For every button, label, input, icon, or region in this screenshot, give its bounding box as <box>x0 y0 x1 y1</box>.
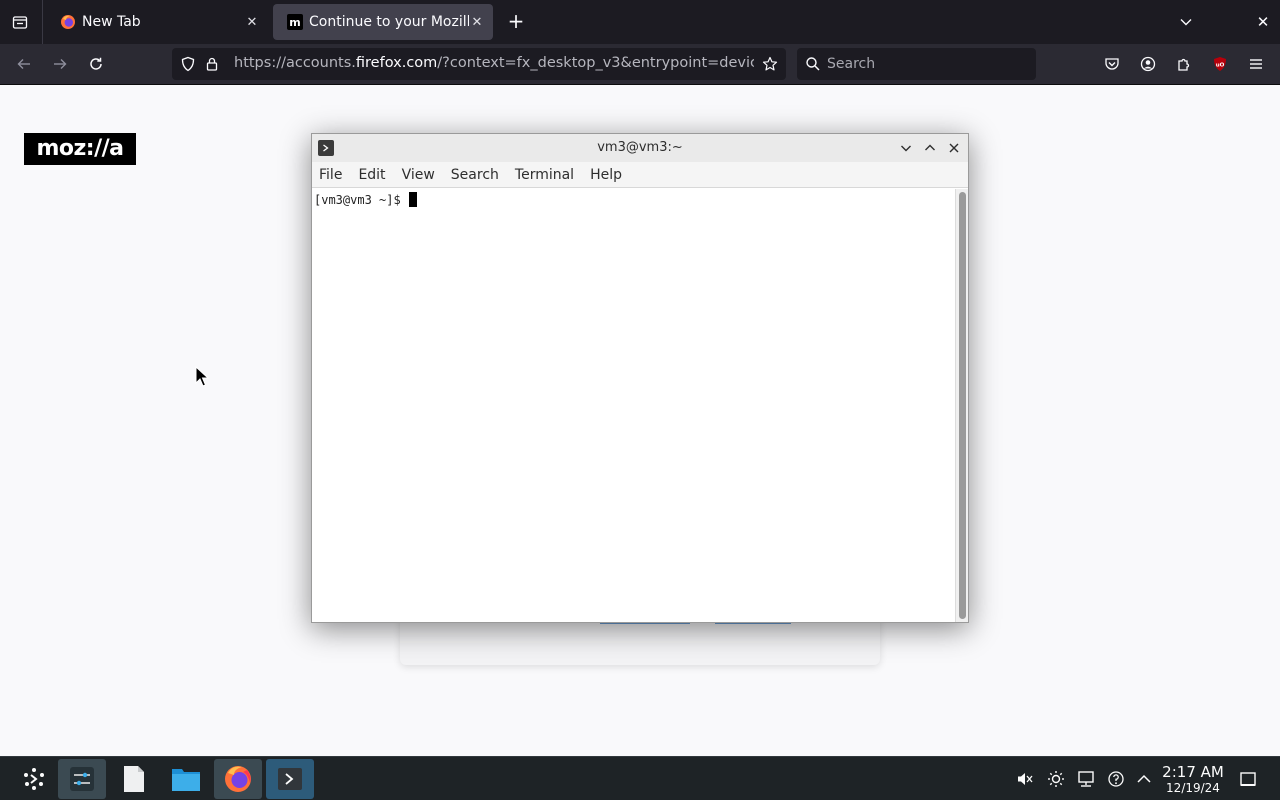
close-tab-icon[interactable]: ✕ <box>469 15 485 30</box>
taskbar-terminal[interactable] <box>266 759 314 799</box>
app-menu-button[interactable] <box>1242 50 1270 78</box>
menu-terminal[interactable]: Terminal <box>515 167 574 183</box>
ublock-origin-button[interactable]: uO <box>1206 50 1234 78</box>
card-link-underline <box>715 623 791 624</box>
close-tab-icon[interactable]: ✕ <box>244 15 260 30</box>
terminal-menubar: File Edit View Search Terminal Help <box>312 162 968 188</box>
tab-title: Continue to your Mozilla account <box>309 14 469 30</box>
taskbar-firefox[interactable] <box>214 759 262 799</box>
arrow-left-icon <box>17 59 30 69</box>
close-icon <box>949 143 959 153</box>
svg-text:uO: uO <box>1216 63 1225 69</box>
close-window-button[interactable]: ✕ <box>1250 8 1276 36</box>
tab-mozilla-account[interactable]: m Continue to your Mozilla account ✕ <box>273 4 493 40</box>
account-button[interactable] <box>1134 50 1162 78</box>
ublock-shield-icon: uO <box>1214 57 1226 71</box>
tab-bar: New Tab ✕ m Continue to your Mozilla acc… <box>0 0 1280 44</box>
chevron-down-icon <box>901 145 911 152</box>
scrollbar-thumb[interactable] <box>959 192 966 619</box>
tab-separator <box>42 0 43 44</box>
clock-time[interactable]: 2:17 AM <box>1158 763 1228 781</box>
app-launcher-icon <box>24 768 44 790</box>
chevron-down-icon <box>1180 19 1192 26</box>
menu-file[interactable]: File <box>319 167 342 183</box>
mozilla-m-favicon-icon: m <box>287 14 303 30</box>
terminal-icon <box>278 768 302 790</box>
navigation-toolbar: https://accounts.firefox.com/?context=fx… <box>0 44 1280 85</box>
pocket-button[interactable] <box>1098 50 1126 78</box>
mouse-pointer-icon <box>195 366 209 387</box>
forward-button[interactable] <box>46 50 74 78</box>
reload-icon <box>90 57 102 70</box>
maximize-button[interactable] <box>920 138 940 158</box>
url-text[interactable]: https://accounts.firefox.com/?context=fx… <box>234 55 754 71</box>
minimize-button[interactable] <box>896 138 916 158</box>
settings-sliders-icon <box>70 767 94 791</box>
chevron-up-icon <box>925 144 935 151</box>
list-all-tabs-button[interactable] <box>1172 8 1200 36</box>
text-cursor <box>408 192 417 207</box>
extensions-button[interactable] <box>1170 50 1198 78</box>
brightness-icon[interactable] <box>1046 769 1066 789</box>
clock-date[interactable]: 12/19/24 <box>1158 781 1228 795</box>
firefox-favicon-icon <box>61 15 75 29</box>
url-bar[interactable]: https://accounts.firefox.com/?context=fx… <box>172 48 786 80</box>
url-path: /?context=fx_desktop_v3&entrypoint=devic… <box>437 55 754 71</box>
taskbar-file-manager[interactable] <box>162 759 210 799</box>
pocket-icon <box>1105 58 1119 70</box>
back-button[interactable] <box>10 50 38 78</box>
tab-new-tab[interactable]: New Tab ✕ <box>46 4 268 40</box>
network-wired-icon[interactable] <box>1076 769 1096 789</box>
volume-muted-icon[interactable] <box>1015 769 1035 789</box>
url-host: firefox.com <box>355 55 438 71</box>
terminal-output-area[interactable]: [vm3@vm3 ~]$ <box>312 189 954 622</box>
account-icon <box>1140 56 1156 72</box>
firefox-view-button[interactable] <box>6 8 34 36</box>
show-desktop-icon[interactable] <box>1238 769 1258 789</box>
close-button[interactable] <box>944 138 964 158</box>
hamburger-menu-icon <box>1250 59 1262 69</box>
help-icon[interactable] <box>1106 769 1126 789</box>
menu-help[interactable]: Help <box>590 167 622 183</box>
tracking-protection-shield-icon[interactable] <box>176 52 200 76</box>
taskbar-system-settings[interactable] <box>58 759 106 799</box>
card-link-underline <box>600 623 690 624</box>
menu-view[interactable]: View <box>402 167 435 183</box>
shell-prompt-line: [vm3@vm3 ~]$ <box>314 192 417 207</box>
taskbar-text-editor[interactable] <box>110 759 158 799</box>
show-hidden-icons-chevron-up-icon[interactable] <box>1134 769 1154 789</box>
taskbar: 2:17 AM 12/19/24 <box>0 756 1280 800</box>
firefox-icon <box>225 766 251 792</box>
terminal-scrollbar[interactable] <box>955 189 968 622</box>
folder-icon <box>172 769 200 791</box>
puzzle-piece-icon <box>1178 58 1190 71</box>
firefox-view-icon <box>12 16 28 29</box>
menu-edit[interactable]: Edit <box>358 167 385 183</box>
svg-text:m: m <box>289 16 300 29</box>
menu-search[interactable]: Search <box>451 167 499 183</box>
mozilla-logo[interactable]: moz://a <box>24 133 136 165</box>
document-icon <box>124 766 144 792</box>
search-icon <box>806 57 820 71</box>
shell-prompt: [vm3@vm3 ~]$ <box>314 193 408 207</box>
terminal-title: vm3@vm3:~ <box>597 140 683 155</box>
url-prefix: https://accounts. <box>234 55 356 71</box>
search-bar[interactable] <box>797 48 1036 80</box>
lock-icon[interactable] <box>200 52 224 76</box>
terminal-window[interactable]: vm3@vm3:~ File Edit View Search Terminal… <box>311 133 969 623</box>
tab-title: New Tab <box>82 14 141 30</box>
app-launcher-button[interactable] <box>10 759 58 799</box>
search-input[interactable] <box>827 54 1027 74</box>
arrow-right-icon <box>54 59 67 69</box>
reload-button[interactable] <box>82 50 110 78</box>
new-tab-button[interactable]: + <box>502 8 530 36</box>
terminal-titlebar[interactable]: vm3@vm3:~ <box>312 134 968 162</box>
bookmark-star-icon[interactable] <box>758 52 782 76</box>
